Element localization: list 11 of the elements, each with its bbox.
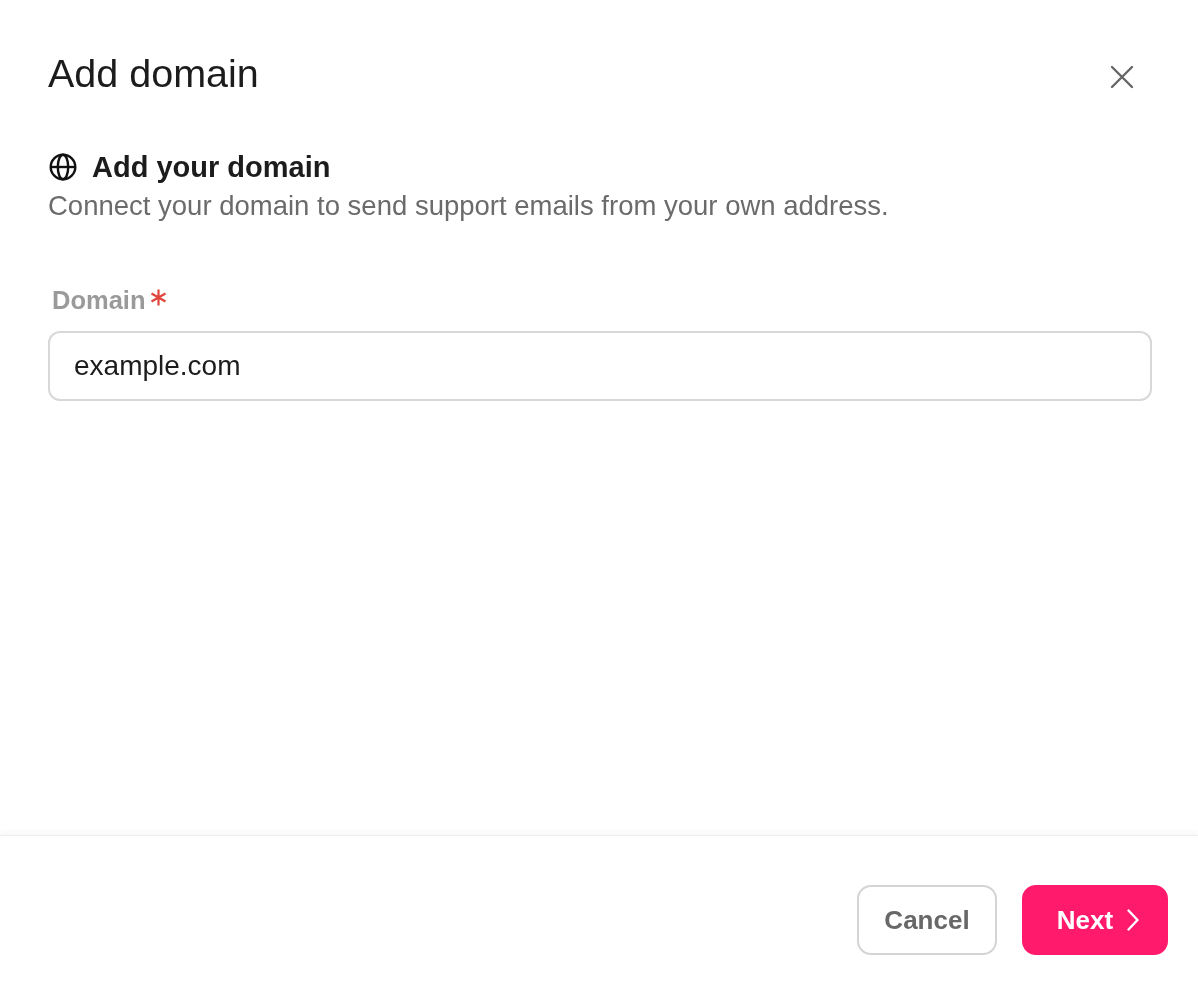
dialog-title: Add domain [48, 50, 259, 96]
chevron-right-icon [1127, 909, 1140, 931]
globe-icon [49, 153, 77, 181]
domain-input[interactable]: example.com [48, 331, 1152, 401]
close-button[interactable] [1110, 64, 1134, 89]
section-description: Connect your domain to send support emails from your own address. [48, 190, 890, 222]
close-icon [1110, 64, 1134, 89]
next-button[interactable]: Next [1022, 885, 1168, 955]
section-heading: Add your domain [92, 151, 331, 183]
cancel-button[interactable]: Cancel [857, 885, 997, 955]
field-label: Domain [52, 285, 146, 316]
